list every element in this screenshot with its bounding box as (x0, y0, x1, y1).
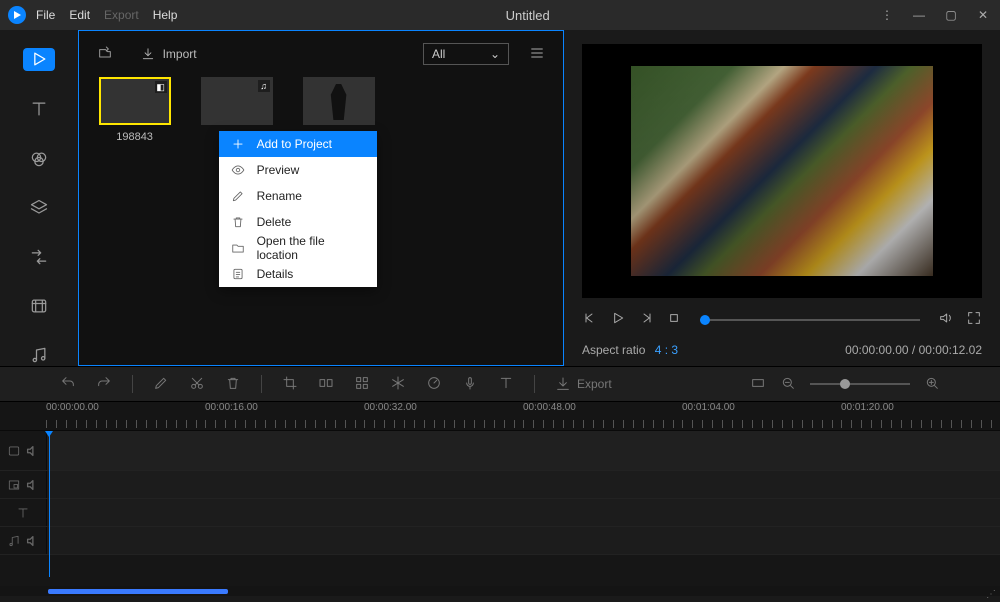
tool-overlay[interactable] (26, 197, 52, 218)
next-frame-button[interactable] (638, 310, 654, 329)
timeline-tracks (0, 430, 1000, 586)
app-logo (8, 6, 26, 24)
time-display: 00:00:00.00 / 00:00:12.02 (845, 343, 982, 357)
media-panel: Import All ⌄ ◧ 198843 ♫ (78, 30, 564, 366)
filter-value: All (432, 47, 445, 61)
ruler-tick: 00:00:32.00 (364, 402, 523, 430)
preview-viewport (582, 44, 982, 298)
voice-icon[interactable] (462, 375, 478, 394)
scrub-handle[interactable] (700, 315, 710, 325)
scrub-bar[interactable] (700, 319, 920, 321)
fullscreen-icon[interactable] (966, 310, 982, 329)
ctx-label: Open the file location (257, 234, 365, 262)
ctx-preview[interactable]: Preview (219, 157, 377, 183)
ctx-add-to-project[interactable]: Add to Project (219, 131, 377, 157)
aspect-ratio-value[interactable]: 4 : 3 (655, 343, 678, 357)
playhead[interactable] (49, 431, 50, 577)
import-from-icon[interactable] (97, 45, 113, 64)
media-item[interactable]: ◧ 198843 (99, 77, 171, 143)
menu-export: Export (104, 8, 139, 22)
zoom-in-icon[interactable] (924, 375, 940, 394)
chevron-down-icon: ⌄ (490, 47, 500, 61)
video-track[interactable] (0, 431, 1000, 471)
split-icon[interactable] (318, 375, 334, 394)
delete-icon[interactable] (225, 375, 241, 394)
window-title: Untitled (177, 8, 878, 23)
ctx-open-location[interactable]: Open the file location (219, 235, 377, 261)
audio-badge-icon: ♫ (258, 80, 270, 92)
playback-controls (582, 310, 982, 329)
menu-edit[interactable]: Edit (69, 8, 90, 22)
mosaic-icon[interactable] (354, 375, 370, 394)
freeze-icon[interactable] (390, 375, 406, 394)
fit-icon[interactable] (750, 375, 766, 394)
list-view-toggle-icon[interactable] (529, 45, 545, 64)
ruler-tick: 00:00:00.00 (46, 402, 205, 430)
resize-grip-icon[interactable]: ⋰ (986, 589, 996, 600)
title-bar: File Edit Export Help Untitled ⋮ — ▢ ✕ (0, 0, 1000, 30)
filter-dropdown[interactable]: All ⌄ (423, 43, 509, 65)
ruler-tick: 00:01:04.00 (682, 402, 841, 430)
timeline-ruler[interactable]: 00:00:00.00 00:00:16.00 00:00:32.00 00:0… (0, 402, 1000, 430)
prev-frame-button[interactable] (582, 310, 598, 329)
preview-frame (631, 66, 933, 276)
aspect-ratio-label: Aspect ratio 4 : 3 (582, 343, 678, 357)
menu-file[interactable]: File (36, 8, 55, 22)
ctx-delete[interactable]: Delete (219, 209, 377, 235)
play-button[interactable] (610, 310, 626, 329)
audio-track[interactable] (0, 527, 1000, 555)
zoom-out-icon[interactable] (780, 375, 796, 394)
volume-icon[interactable] (938, 310, 954, 329)
close-icon[interactable]: ✕ (974, 8, 992, 22)
pip-track[interactable] (0, 471, 1000, 499)
minimize-icon[interactable]: — (910, 8, 928, 22)
stop-button[interactable] (666, 310, 682, 329)
ctx-label: Preview (257, 163, 300, 177)
tool-transition[interactable] (26, 246, 52, 267)
edit-icon[interactable] (153, 375, 169, 394)
tool-music[interactable] (26, 345, 52, 366)
ctx-label: Delete (257, 215, 292, 229)
menu-help[interactable]: Help (153, 8, 178, 22)
maximize-icon[interactable]: ▢ (942, 8, 960, 22)
ruler-tick: 00:00:16.00 (205, 402, 364, 430)
timeline-scrollbar[interactable] (0, 586, 1000, 596)
export-button[interactable]: Export (555, 376, 612, 392)
tool-element[interactable] (26, 296, 52, 317)
undo-button[interactable] (60, 375, 76, 394)
zoom-slider[interactable] (810, 383, 910, 385)
import-label: Import (163, 47, 197, 61)
text-icon[interactable] (498, 375, 514, 394)
export-label: Export (577, 377, 612, 391)
ctx-label: Add to Project (257, 137, 332, 151)
ctx-details[interactable]: Details (219, 261, 377, 287)
window-controls: ⋮ — ▢ ✕ (878, 8, 992, 22)
tool-media[interactable] (23, 48, 55, 71)
ruler-tick: 00:00:48.00 (523, 402, 682, 430)
ctx-label: Rename (257, 189, 302, 203)
cut-icon[interactable] (189, 375, 205, 394)
timeline-toolbar: Export (0, 366, 1000, 402)
zoom-knob[interactable] (840, 379, 850, 389)
preview-panel: Aspect ratio 4 : 3 00:00:00.00 / 00:00:1… (564, 30, 1000, 366)
redo-button[interactable] (96, 375, 112, 394)
scrollbar-thumb[interactable] (48, 589, 228, 594)
ruler-tick: 00:01:20.00 (841, 402, 1000, 430)
tool-text[interactable] (26, 99, 52, 120)
tool-filter[interactable] (26, 148, 52, 169)
import-button[interactable]: Import (141, 47, 197, 61)
ctx-label: Details (257, 267, 294, 281)
more-icon[interactable]: ⋮ (878, 8, 896, 22)
speed-icon[interactable] (426, 375, 442, 394)
text-track[interactable] (0, 499, 1000, 527)
video-badge-icon: ◧ (155, 81, 167, 93)
tool-sidebar (0, 30, 78, 366)
main-menu: File Edit Export Help (36, 8, 177, 22)
context-menu: Add to Project Preview Rename Delete Ope… (219, 131, 377, 287)
media-caption: 198843 (99, 131, 171, 143)
crop-icon[interactable] (282, 375, 298, 394)
ctx-rename[interactable]: Rename (219, 183, 377, 209)
